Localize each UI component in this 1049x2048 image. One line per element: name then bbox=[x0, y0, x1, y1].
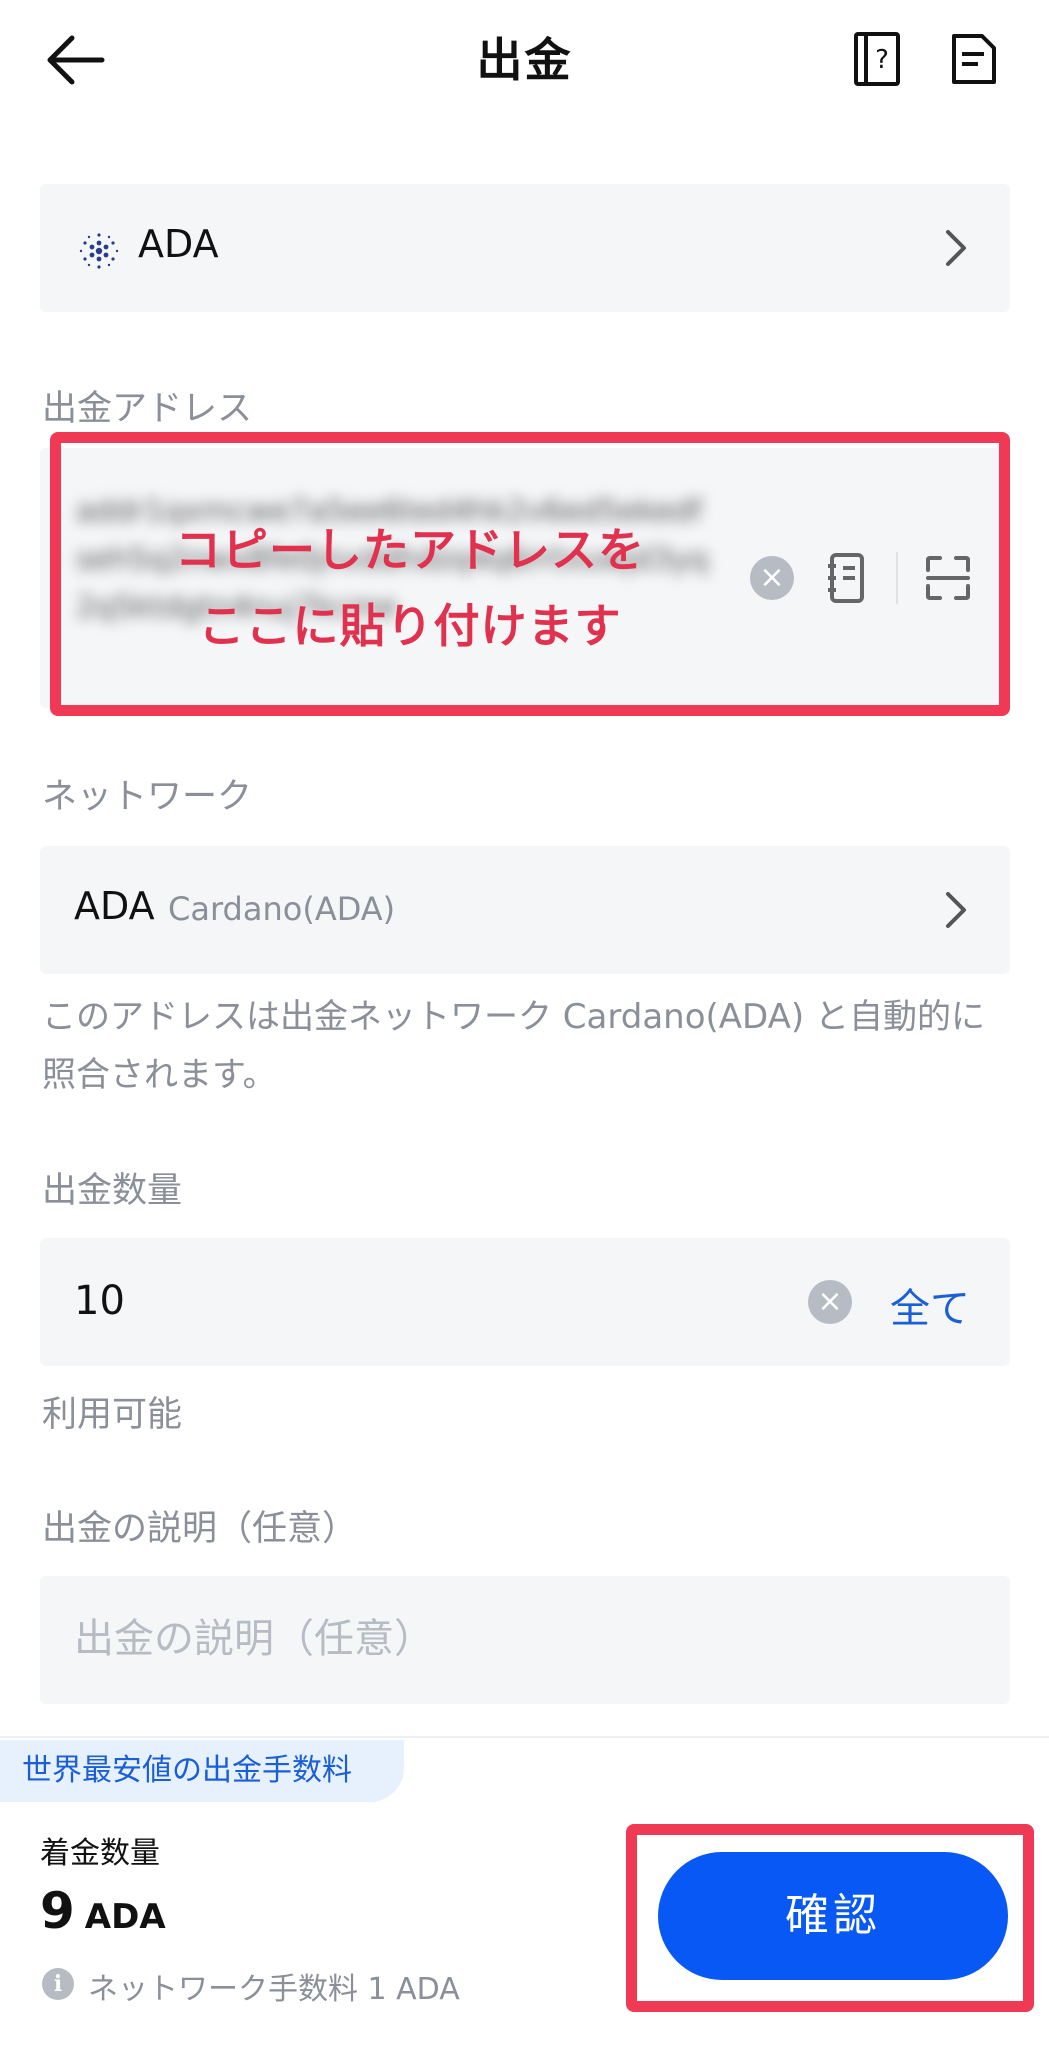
all-amount-button[interactable]: 全て bbox=[890, 1276, 970, 1334]
annotation-highlight-address bbox=[50, 432, 1010, 716]
network-note: このアドレスは出金ネットワーク Cardano(ADA) と自動的に照合されます… bbox=[42, 997, 985, 1095]
document-icon[interactable] bbox=[948, 30, 998, 88]
cardano-logo-icon bbox=[79, 233, 119, 269]
amount-label: 出金数量 bbox=[42, 1171, 183, 1211]
help-book-icon[interactable]: ? bbox=[852, 30, 902, 88]
receive-amount-value: 9 bbox=[40, 1882, 75, 1940]
coin-symbol: ADA bbox=[138, 222, 219, 266]
chevron-right-icon bbox=[946, 892, 966, 928]
annotation-highlight-confirm bbox=[626, 1824, 1034, 2012]
info-icon[interactable]: i bbox=[42, 1968, 74, 2000]
receive-amount: 9 ADA bbox=[40, 1882, 166, 1940]
memo-label: 出金の説明（任意） bbox=[42, 1509, 358, 1549]
available-label: 利用可能 bbox=[42, 1395, 183, 1435]
clear-amount-icon[interactable]: × bbox=[808, 1280, 852, 1324]
amount-value: 10 bbox=[74, 1278, 125, 1324]
receive-unit: ADA bbox=[84, 1897, 166, 1937]
chevron-right-icon bbox=[946, 230, 966, 266]
amount-input[interactable] bbox=[40, 1238, 1010, 1366]
network-name: Cardano(ADA) bbox=[168, 890, 396, 928]
network-fee-text: ネットワーク手数料 1 ADA bbox=[88, 1972, 460, 2007]
bottom-divider bbox=[0, 1736, 1049, 1738]
svg-text:?: ? bbox=[875, 45, 889, 75]
address-label: 出金アドレス bbox=[42, 389, 253, 429]
memo-input[interactable] bbox=[74, 1604, 974, 1674]
receive-label: 着金数量 bbox=[40, 1836, 160, 1871]
network-ticker: ADA bbox=[74, 884, 155, 928]
network-label: ネットワーク bbox=[42, 777, 253, 817]
promo-badge: 世界最安値の出金手数料 bbox=[0, 1740, 404, 1802]
